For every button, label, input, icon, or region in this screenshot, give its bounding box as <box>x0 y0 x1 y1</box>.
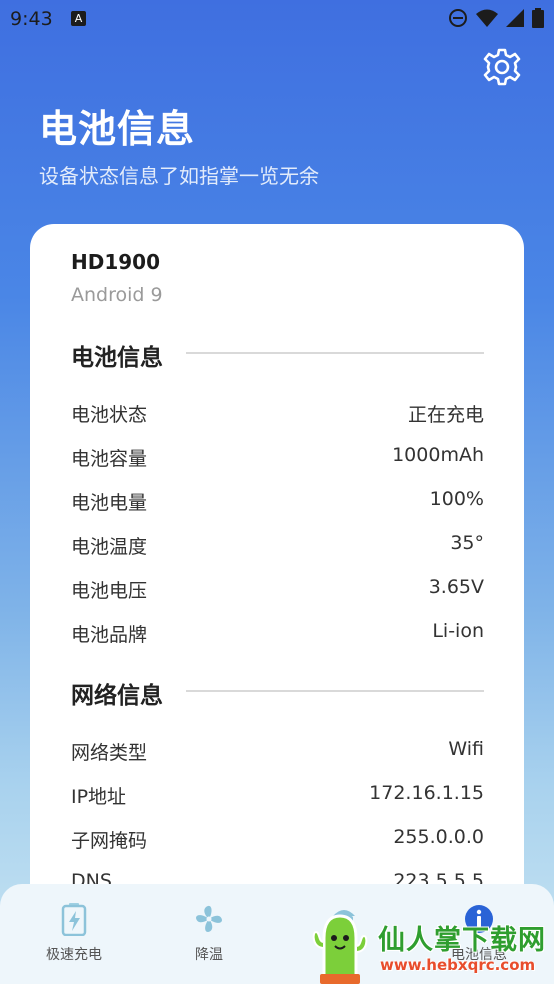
status-time: 9:43 <box>10 8 53 30</box>
watermark-text: 仙人掌下载网 <box>378 925 546 956</box>
row-label: 电池容量 <box>71 448 148 470</box>
divider <box>186 352 484 354</box>
row-value: 172.16.1.15 <box>369 782 484 804</box>
signal-icon <box>506 9 524 27</box>
row-value: 正在充电 <box>407 404 484 426</box>
nav-label: 极速充电 <box>46 947 102 963</box>
page-title: 电池信息 <box>39 107 196 151</box>
info-row: 电池电量 100% <box>71 488 484 516</box>
status-bar: 9:43 A <box>0 0 554 38</box>
row-value: Wifi <box>448 738 484 760</box>
device-model: HD1900 <box>71 250 161 274</box>
info-row: 网络类型 Wifi <box>71 738 484 766</box>
info-card: HD1900 Android 9 电池信息 电池状态 正在充电 电池容量 100… <box>30 224 524 984</box>
battery-icon <box>532 8 544 28</box>
row-label: 网络类型 <box>71 742 148 764</box>
row-value: 35° <box>450 532 484 554</box>
row-label: 电池电压 <box>71 580 148 602</box>
divider <box>186 690 484 692</box>
info-row: IP地址 172.16.1.15 <box>71 782 484 810</box>
row-label: 子网掩码 <box>71 830 148 852</box>
section-title: 电池信息 <box>71 345 163 371</box>
do-not-disturb-icon <box>449 9 467 27</box>
status-icons <box>448 8 544 28</box>
row-value: 3.65V <box>428 576 484 598</box>
battery-charge-icon <box>61 903 87 936</box>
row-label: 电池状态 <box>71 404 148 426</box>
network-section-header: 网络信息 <box>71 676 484 709</box>
device-os: Android 9 <box>71 284 163 306</box>
page-subtitle: 设备状态信息了如指掌一览无余 <box>39 164 319 188</box>
info-row: 电池温度 35° <box>71 532 484 560</box>
nav-item-fast-charge[interactable]: 极速充电 <box>19 884 129 984</box>
info-row: 电池容量 1000mAh <box>71 444 484 472</box>
info-row: 电池品牌 Li-ion <box>71 620 484 648</box>
row-value: Li-ion <box>432 620 484 642</box>
row-label: IP地址 <box>71 786 127 808</box>
notification-icon: A <box>71 11 86 26</box>
info-row: 子网掩码 255.0.0.0 <box>71 826 484 854</box>
row-label: 电池电量 <box>71 492 148 514</box>
row-label: 电池温度 <box>71 536 148 558</box>
nav-label: 降温 <box>195 947 223 963</box>
cactus-logo-icon <box>312 914 368 984</box>
fan-icon <box>196 905 222 932</box>
row-label: 电池品牌 <box>71 624 148 646</box>
row-value: 1000mAh <box>392 444 484 466</box>
settings-gear-icon[interactable] <box>482 47 522 87</box>
row-value: 255.0.0.0 <box>393 826 484 848</box>
wifi-icon <box>476 9 498 27</box>
info-row: 电池状态 正在充电 <box>71 400 484 428</box>
nav-item-cooling[interactable]: 降温 <box>154 884 264 984</box>
watermark: 仙人掌下载网 www.hebxqrc.com <box>306 908 554 984</box>
battery-section-header: 电池信息 <box>71 338 484 371</box>
info-row: 电池电压 3.65V <box>71 576 484 604</box>
watermark-url: www.hebxqrc.com <box>380 956 536 974</box>
row-value: 100% <box>429 488 484 510</box>
section-title: 网络信息 <box>71 683 163 709</box>
